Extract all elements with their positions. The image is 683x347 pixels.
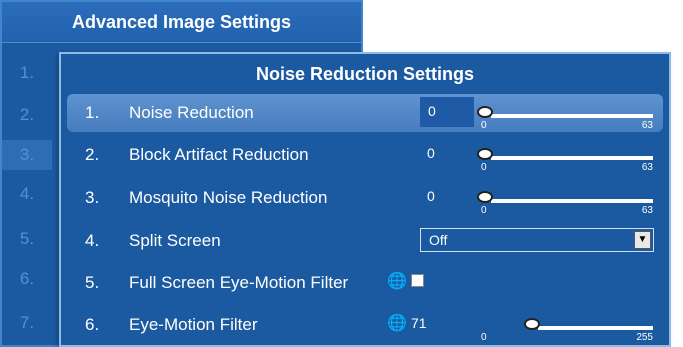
slider-knob[interactable] — [477, 191, 493, 203]
noise-reduction-value[interactable]: 0 — [420, 97, 474, 127]
slider-knob[interactable] — [523, 318, 540, 330]
block-artifact-reduction-value: 0 — [427, 145, 435, 161]
setting-label: Mosquito Noise Reduction — [129, 188, 328, 207]
split-screen-dropdown[interactable]: Off ▼ — [420, 228, 654, 252]
setting-row-block-artifact-reduction[interactable]: 2. Block Artifact Reduction 0 0 63 — [67, 136, 663, 174]
setting-number: 4. — [85, 231, 100, 250]
slider-knob[interactable] — [477, 106, 493, 118]
bg-row-5[interactable]: 5. — [2, 224, 52, 254]
setting-row-noise-reduction[interactable]: 1. Noise Reduction 0 0 63 — [67, 94, 663, 132]
setting-label: Block Artifact Reduction — [129, 145, 309, 164]
setting-label: Noise Reduction — [129, 103, 254, 122]
block-artifact-reduction-slider[interactable]: 0 63 — [477, 136, 653, 174]
bg-row-7[interactable]: 7. — [2, 308, 52, 338]
bg-row-6[interactable]: 6. — [2, 264, 52, 294]
noise-reduction-settings-title: Noise Reduction Settings — [255, 64, 475, 84]
setting-number: 3. — [85, 188, 100, 207]
setting-row-mosquito-noise-reduction[interactable]: 3. Mosquito Noise Reduction 0 0 63 — [67, 179, 663, 217]
bg-row-1[interactable]: 1. — [2, 58, 52, 88]
globe-icon: 🌐 — [387, 315, 407, 332]
slider-min: 0 — [481, 162, 487, 173]
setting-row-eye-motion-filter[interactable]: 6. Eye-Motion Filter 🌐 71 0 255 — [67, 306, 663, 344]
bg-row-4[interactable]: 4. — [2, 179, 52, 209]
slider-track — [491, 114, 653, 118]
full-screen-eye-motion-filter-checkbox[interactable] — [411, 274, 424, 287]
setting-label: Split Screen — [129, 231, 221, 250]
eye-motion-filter-slider[interactable]: 0 255 — [477, 306, 653, 344]
bg-row-3[interactable]: 3. — [2, 140, 52, 170]
slider-knob[interactable] — [477, 148, 493, 160]
slider-min: 0 — [481, 120, 487, 131]
eye-motion-filter-value: 71 — [411, 315, 427, 331]
split-screen-selected-value: Off — [429, 232, 448, 248]
setting-number: 2. — [85, 145, 100, 164]
slider-max: 63 — [641, 162, 653, 173]
slider-max: 255 — [636, 332, 653, 343]
chevron-down-icon[interactable]: ▼ — [634, 231, 651, 249]
slider-track — [491, 156, 653, 160]
setting-label: Eye-Motion Filter — [129, 315, 258, 334]
setting-number: 5. — [85, 273, 100, 292]
mosquito-noise-reduction-slider[interactable]: 0 63 — [477, 179, 653, 217]
slider-min: 0 — [481, 205, 487, 216]
noise-reduction-settings-dialog: Noise Reduction Settings 1. Noise Reduct… — [59, 52, 671, 347]
advanced-image-settings-title: Advanced Image Settings — [2, 2, 361, 43]
setting-label: Full Screen Eye-Motion Filter — [129, 273, 349, 292]
bg-row-2[interactable]: 2. — [2, 100, 52, 130]
globe-icon: 🌐 — [387, 273, 407, 290]
mosquito-noise-reduction-value: 0 — [427, 188, 435, 204]
slider-track — [491, 199, 653, 203]
slider-max: 63 — [641, 205, 653, 216]
setting-row-split-screen[interactable]: 4. Split Screen Off ▼ — [67, 222, 663, 260]
noise-reduction-slider[interactable]: 0 63 — [477, 94, 653, 132]
setting-row-full-screen-eye-motion-filter[interactable]: 5. Full Screen Eye-Motion Filter 🌐 — [67, 264, 663, 302]
slider-min: 0 — [481, 332, 487, 343]
slider-track — [537, 326, 653, 330]
slider-max: 63 — [641, 120, 653, 131]
setting-number: 1. — [85, 103, 100, 122]
setting-number: 6. — [85, 315, 100, 334]
